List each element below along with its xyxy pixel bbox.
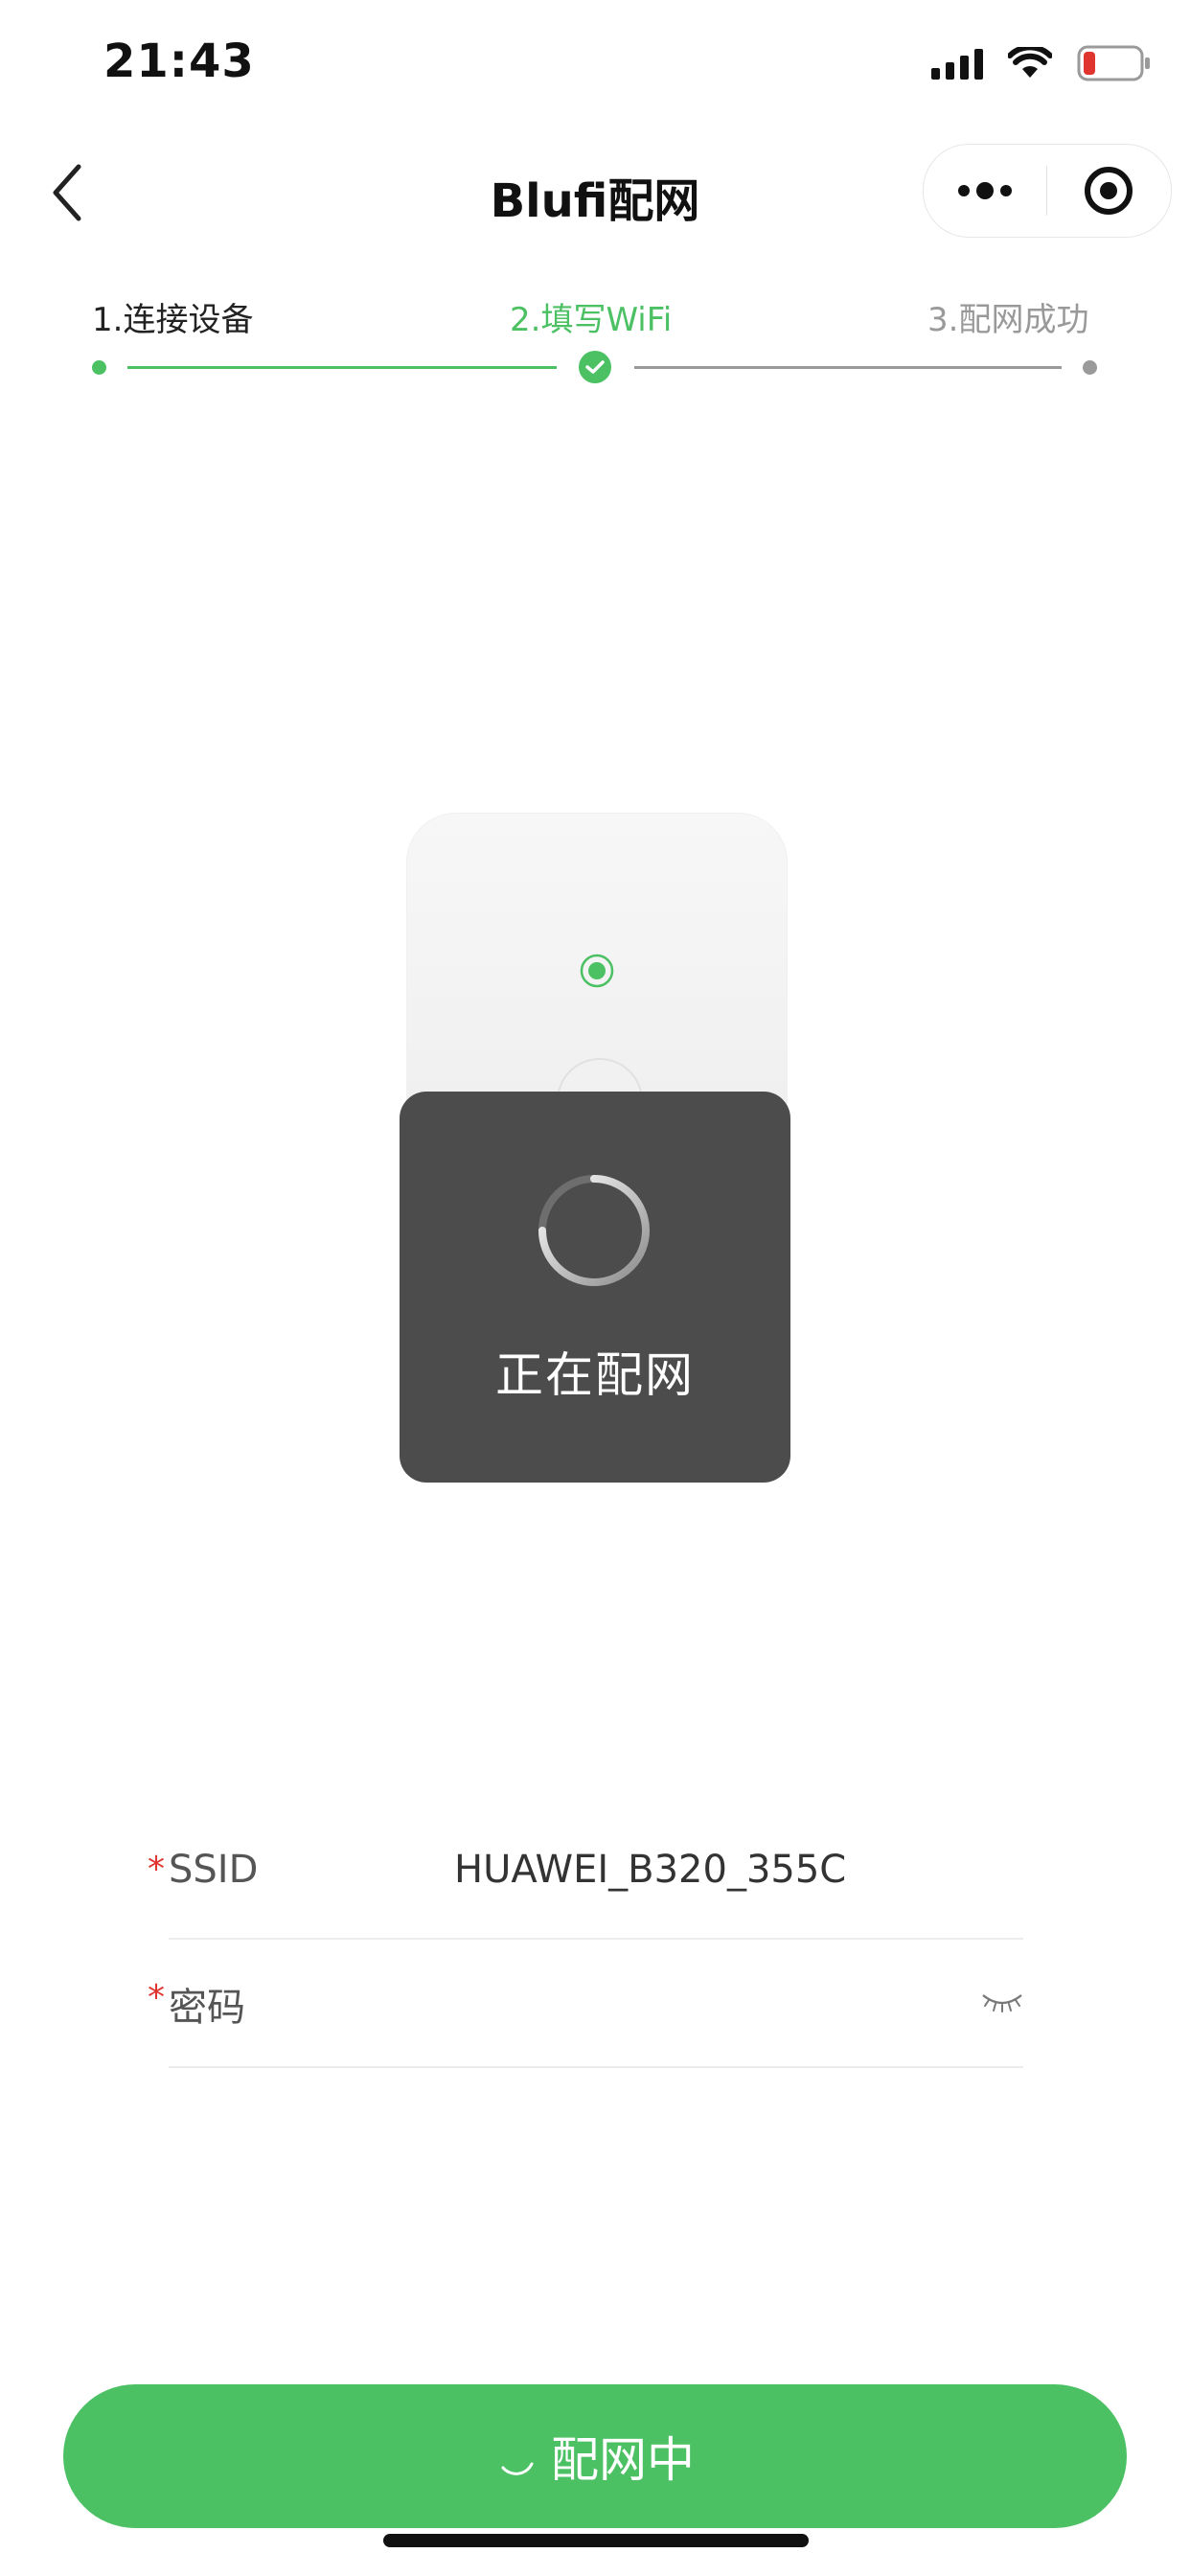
wifi-form: * SSID HUAWEI_B320_355C * 密码 [144,1811,1025,2068]
step-line-done [127,366,557,369]
toast-text: 正在配网 [495,1347,695,1403]
wifi-icon [1008,47,1052,80]
page: 21:43 Blufi配网 1.连接设备 2.填写WiFi 3.配网成功 正在配… [0,0,1190,2576]
step-3-dot [1083,360,1097,375]
more-button[interactable] [924,145,1046,237]
target-close-icon [1085,167,1133,215]
loading-spinner-icon [501,2462,534,2475]
step-3-label: 3.配网成功 [927,301,1089,339]
ssid-row: * SSID HUAWEI_B320_355C [148,1811,1023,1940]
required-mark: * [148,1850,165,1889]
step-1-label: 1.连接设备 [92,301,254,339]
battery-low-icon [1077,45,1152,81]
step-1-dot [92,360,106,375]
close-mini-program-button[interactable] [1047,145,1170,237]
password-label: 密码 [169,1986,245,2030]
device-led-icon [580,954,614,988]
required-mark: * [148,1978,165,2017]
eye-closed-icon[interactable] [981,1988,1023,2016]
mini-program-capsule [923,144,1172,238]
check-icon [579,351,611,383]
password-input[interactable] [454,1976,952,2024]
more-dots-icon [958,182,1012,199]
step-indicator: 1.连接设备 2.填写WiFi 3.配网成功 [0,288,1190,393]
status-time: 21:43 [103,34,255,88]
ssid-label: SSID [169,1848,259,1892]
status-icons [931,44,1152,82]
step-2-label: 2.填写WiFi [510,301,673,339]
home-indicator [383,2534,809,2547]
status-bar: 21:43 [0,0,1190,125]
provision-button-label: 配网中 [551,2432,695,2488]
password-row: * 密码 [148,1940,1023,2068]
loading-toast: 正在配网 [400,1092,790,1483]
loading-spinner-icon [538,1175,650,1286]
step-line-pending [634,366,1062,369]
provision-button[interactable]: 配网中 [63,2384,1127,2528]
nav-bar: Blufi配网 [0,134,1190,249]
ssid-value[interactable]: HUAWEI_B320_355C [454,1848,846,1892]
cellular-signal-icon [931,47,983,80]
